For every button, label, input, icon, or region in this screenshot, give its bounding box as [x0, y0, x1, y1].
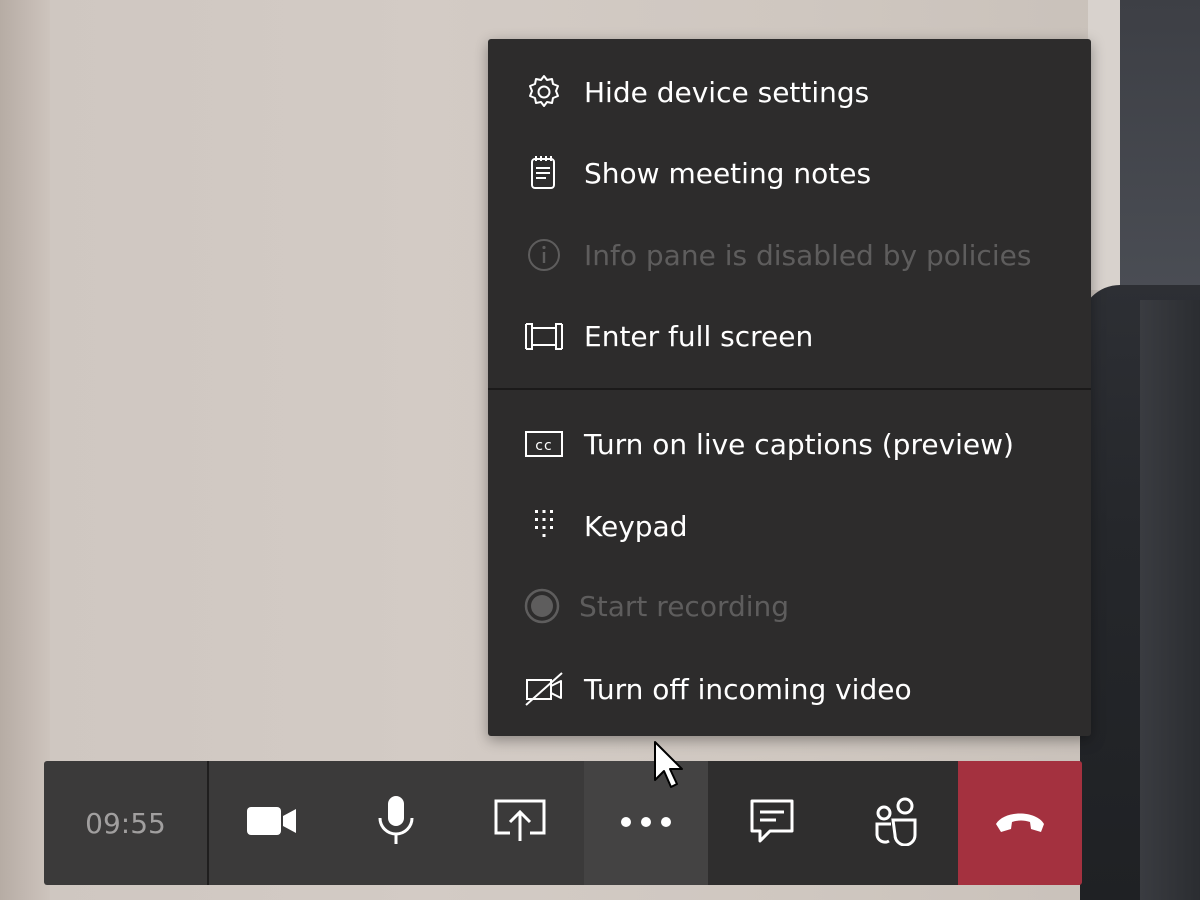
video-background-dark [1120, 0, 1200, 290]
call-toolbar: 09:55 [44, 761, 1082, 885]
captions-icon: cc [524, 424, 564, 464]
video-off-icon [524, 669, 564, 709]
toolbar-separator [207, 761, 209, 885]
participants-button[interactable] [834, 761, 958, 885]
fullscreen-icon [524, 316, 564, 356]
more-actions-button[interactable] [584, 761, 708, 885]
chat-icon [748, 797, 796, 849]
record-icon [524, 586, 564, 626]
gear-icon [524, 72, 564, 112]
video-background-light [1088, 0, 1120, 290]
more-actions-menu: Hide device settings Show meeting notes [488, 39, 1091, 736]
video-camera-icon [245, 803, 299, 843]
menu-item-label: Turn off incoming video [584, 672, 912, 706]
menu-item-label: Show meeting notes [584, 156, 872, 190]
participants-icon [871, 796, 921, 850]
menu-item-turn-off-incoming-video[interactable]: Turn off incoming video [488, 659, 1091, 719]
menu-divider [488, 388, 1091, 390]
share-screen-button[interactable] [458, 761, 582, 885]
menu-item-label: Start recording [579, 589, 790, 623]
menu-item-label: Turn on live captions (preview) [584, 427, 1014, 461]
call-timer: 09:55 [85, 806, 166, 840]
microphone-icon [374, 794, 418, 852]
chat-button[interactable] [710, 761, 834, 885]
camera-button[interactable] [210, 761, 334, 885]
video-chair-detail [1140, 300, 1200, 900]
menu-item-hide-device-settings[interactable]: Hide device settings [488, 62, 1091, 122]
menu-item-enter-full-screen[interactable]: Enter full screen [488, 306, 1091, 366]
menu-item-label: Hide device settings [584, 75, 870, 109]
more-dots-icon [618, 814, 674, 833]
menu-item-keypad[interactable]: Keypad [488, 496, 1091, 556]
menu-item-label: Info pane is disabled by policies [584, 238, 1032, 272]
info-icon [524, 235, 564, 275]
video-background [0, 0, 50, 900]
share-screen-icon [492, 797, 548, 849]
menu-item-label: Enter full screen [584, 319, 814, 353]
menu-item-label: Keypad [584, 509, 688, 543]
mouse-cursor-icon [653, 740, 683, 790]
menu-item-info-pane-disabled: Info pane is disabled by policies [488, 225, 1091, 285]
menu-item-show-meeting-notes[interactable]: Show meeting notes [488, 143, 1091, 203]
menu-item-start-recording-disabled: Start recording [488, 576, 1091, 636]
menu-item-live-captions[interactable]: cc Turn on live captions (preview) [488, 414, 1091, 474]
notes-icon [524, 153, 564, 193]
svg-text:cc: cc [535, 438, 552, 454]
hang-up-icon [993, 808, 1047, 838]
keypad-icon [524, 506, 564, 546]
microphone-button[interactable] [334, 761, 458, 885]
hang-up-button[interactable] [958, 761, 1082, 885]
meeting-stage: Hide device settings Show meeting notes [0, 0, 1200, 900]
